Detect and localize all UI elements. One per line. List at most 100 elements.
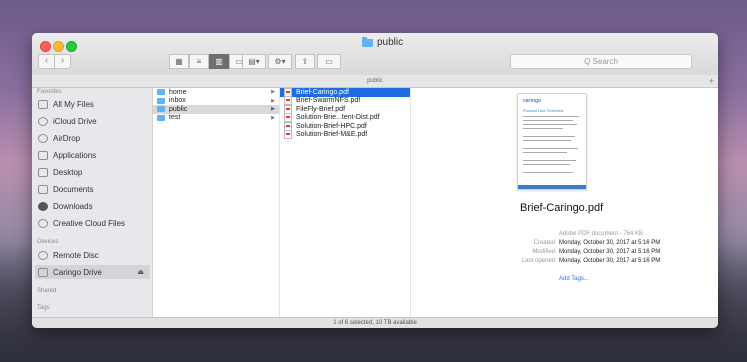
forward-button[interactable]: ›: [55, 54, 71, 69]
add-tags-link[interactable]: Add Tags...: [559, 276, 589, 282]
sidebar-item-label: AirDrop: [53, 133, 81, 143]
close-icon[interactable]: [40, 41, 51, 52]
thumbnail-brand: caringo: [523, 98, 542, 104]
folder-icon: [157, 114, 165, 121]
thumbnail-text-line: [523, 148, 578, 149]
window-title-text: public: [377, 37, 404, 48]
list-item-label: Solution-Brief-HPC.pdf: [296, 122, 367, 130]
status-bar: 1 of 6 selected, 10 TB available: [32, 317, 718, 328]
sidebar-section-shared: Shared: [37, 288, 57, 294]
sidebar-item-label: Applications: [53, 150, 97, 160]
new-tab-button[interactable]: +: [709, 75, 714, 87]
list-item-label: home: [169, 88, 187, 96]
list-item[interactable]: inbox ▶: [153, 97, 279, 106]
sidebar-section-devices: Devices: [37, 239, 59, 245]
share-icon[interactable]: ⇪: [295, 54, 315, 69]
thumbnail-text-line: [523, 116, 579, 117]
drive-icon: [38, 267, 48, 277]
chevron-right-icon: ▶: [271, 97, 275, 104]
disc-icon: [38, 250, 48, 260]
folder-icon: [362, 36, 373, 47]
thumbnail-footer: [518, 185, 586, 189]
sidebar-item-caringo-drive[interactable]: Caringo Drive ⏏: [35, 265, 150, 279]
sidebar-item-documents[interactable]: Documents: [38, 182, 148, 196]
last-opened-label: Last opened: [521, 258, 555, 264]
title-bar: public ‹ › ▦ ≡ ▥ ▭ ▤▾ ⚙▾ ⇪ ▭ Q Search: [32, 33, 718, 76]
list-item-label: Solution-Brief-M&E.pdf: [296, 131, 368, 139]
arrange-icon[interactable]: ▤▾: [242, 54, 266, 69]
gear-icon[interactable]: ⚙▾: [268, 54, 292, 69]
list-item-label: public: [169, 105, 188, 113]
modified-value: Monday, October 30, 2017 at 5:16 PM: [559, 249, 661, 255]
list-item[interactable]: Brief-SwarmNFS.pdf: [280, 96, 410, 106]
tags-group: ▭: [317, 54, 341, 69]
preview-modified-row: Modified Monday, October 30, 2017 at 5:1…: [411, 249, 711, 258]
folder-icon: [157, 89, 165, 96]
list-item[interactable]: Solution-Brie...tent-Dist.pdf: [280, 113, 410, 123]
sidebar-item-all-my-files[interactable]: All My Files: [38, 97, 148, 111]
list-item-label: inbox: [169, 97, 186, 105]
preview-last-opened-row: Last opened Monday, October 30, 2017 at …: [411, 258, 711, 267]
sidebar-item-label: iCloud Drive: [53, 116, 97, 126]
tag-icon[interactable]: ▭: [317, 54, 341, 69]
thumbnail-text-line: [523, 160, 576, 161]
list-item-label: FileFly-Brief.pdf: [296, 105, 346, 113]
preview-created-row: Created Monday, October 30, 2017 at 5:16…: [411, 240, 711, 249]
downloads-icon: [38, 201, 48, 211]
list-item[interactable]: public ▶: [153, 105, 279, 114]
list-item[interactable]: test ▶: [153, 114, 279, 123]
list-item[interactable]: FileFly-Brief.pdf: [280, 104, 410, 114]
chevron-right-icon: ▶: [271, 106, 275, 113]
sidebar-item-label: Remote Disc: [53, 250, 99, 260]
folder-icon: [157, 106, 165, 113]
action-group: ⚙▾: [268, 54, 292, 69]
thumbnail-text-line: [523, 164, 570, 165]
created-label: Created: [533, 240, 555, 246]
preview-pane: caringo Product Line Overview Brief-Cari…: [411, 88, 718, 317]
list-view-icon[interactable]: ≡: [189, 54, 209, 69]
minimize-icon[interactable]: [53, 41, 64, 52]
sidebar: Favorites All My Files iCloud Drive AirD…: [32, 88, 153, 317]
sidebar-item-remote-disc[interactable]: Remote Disc: [38, 248, 148, 262]
cloud-icon: [38, 116, 48, 126]
preview-kind: Adobe PDF document - 764 KB: [558, 231, 643, 237]
sidebar-item-downloads[interactable]: Downloads: [38, 199, 148, 213]
search-input[interactable]: Q Search: [510, 54, 692, 69]
sidebar-item-applications[interactable]: Applications: [38, 148, 148, 162]
list-item-label: test: [169, 114, 181, 122]
zoom-icon[interactable]: [66, 41, 77, 52]
sidebar-item-icloud-drive[interactable]: iCloud Drive: [38, 114, 148, 128]
sidebar-item-label: Documents: [53, 184, 94, 194]
sidebar-item-label: All My Files: [53, 99, 94, 109]
pdf-thumbnail: caringo Product Line Overview: [517, 93, 587, 190]
sidebar-item-airdrop[interactable]: AirDrop: [38, 131, 148, 145]
column-view-icon[interactable]: ▥: [209, 54, 229, 69]
sidebar-item-label: Desktop: [53, 167, 83, 177]
list-item-label: Solution-Brie...tent-Dist.pdf: [296, 114, 380, 122]
sidebar-item-desktop[interactable]: Desktop: [38, 165, 148, 179]
sidebar-item-creative-cloud[interactable]: Creative Cloud Files: [38, 216, 148, 230]
eject-icon[interactable]: ⏏: [137, 268, 144, 276]
folder-column: home ▶ inbox ▶ public ▶ test ▶: [153, 88, 280, 317]
list-item[interactable]: Solution-Brief-HPC.pdf: [280, 121, 410, 131]
icon-view-icon[interactable]: ▦: [169, 54, 189, 69]
thumbnail-text-line: [523, 120, 573, 121]
pdf-icon: [284, 130, 292, 140]
sidebar-section-tags: Tags: [37, 305, 50, 311]
chevron-right-icon: ▶: [271, 89, 275, 96]
modified-label: Modified: [532, 249, 555, 255]
desktop-icon: [38, 167, 48, 177]
thumbnail-text-line: [523, 140, 571, 141]
view-mode-group: ▦ ≡ ▥ ▭: [169, 54, 249, 69]
file-column: Brief-Caringo.pdf Brief-SwarmNFS.pdf Fil…: [280, 87, 411, 317]
back-button[interactable]: ‹: [38, 54, 55, 69]
creative-cloud-icon: [38, 218, 48, 228]
list-item[interactable]: Brief-Caringo.pdf: [280, 87, 410, 97]
thumbnail-text-line: [523, 172, 573, 173]
list-item[interactable]: home ▶: [153, 88, 279, 97]
list-item[interactable]: Solution-Brief-M&E.pdf: [280, 130, 410, 140]
thumbnail-text-line: [523, 152, 567, 153]
nav-buttons: ‹ ›: [38, 54, 71, 69]
window-title: public: [362, 36, 404, 48]
created-value: Monday, October 30, 2017 at 5:16 PM: [559, 240, 661, 246]
